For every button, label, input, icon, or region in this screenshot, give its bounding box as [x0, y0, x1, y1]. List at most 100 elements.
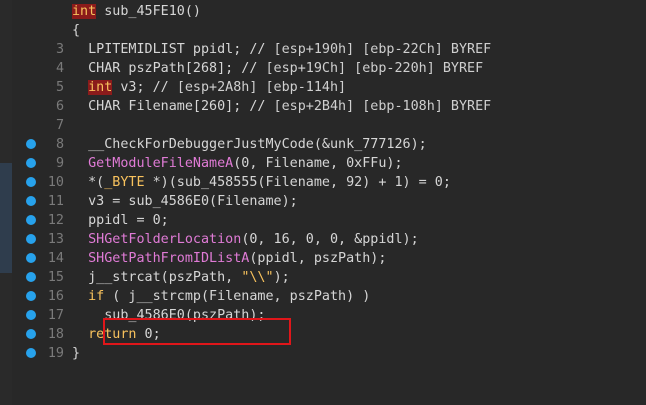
code-token: ( j__strcmp(Filename, pszPath) ) — [104, 289, 371, 304]
code-token: [esp+2A8h] [ebp-114h] — [176, 80, 347, 95]
code-text: LPITEMIDLIST ppidl; // [esp+190h] [ebp-2… — [72, 40, 491, 59]
line-number: 7 — [55, 118, 64, 133]
breakpoint-dot-icon[interactable] — [26, 196, 36, 206]
line-number: 13 — [47, 232, 64, 247]
breakpoint-dot-icon[interactable] — [26, 177, 36, 187]
code-text: int sub_45FE10() — [72, 2, 201, 21]
code-text: { — [72, 21, 80, 40]
code-token: j__strcat(pszPath, — [72, 270, 242, 285]
code-text: ppidl = 0; — [72, 211, 169, 230]
code-token: if — [88, 289, 105, 304]
breakpoint-dot-icon[interactable] — [26, 329, 36, 339]
line-number: 19 — [47, 346, 64, 361]
code-token: LPITEMIDLIST ppidl; // — [72, 42, 274, 57]
code-line[interactable]: 5 int v3; // [esp+2A8h] [ebp-114h] — [0, 78, 646, 97]
code-text: CHAR pszPath[268]; // [esp+19Ch] [ebp-22… — [72, 59, 483, 78]
code-token: sub_45FE10() — [96, 4, 201, 19]
breakpoint-dot-icon[interactable] — [26, 348, 36, 358]
code-token: { — [72, 23, 81, 38]
line-number: 18 — [47, 327, 64, 342]
code-line[interactable]: 16 if ( j__strcmp(Filename, pszPath) ) — [0, 287, 646, 306]
line-number: 10 — [47, 175, 64, 190]
code-line[interactable]: 12 ppidl = 0; — [0, 211, 646, 230]
code-line[interactable]: 11 v3 = sub_4586E0(Filename); — [0, 192, 646, 211]
code-token: SHGetFolderLocation — [88, 232, 242, 247]
line-number: 5 — [55, 80, 64, 95]
code-token: GetModuleFileNameA — [88, 156, 234, 171]
code-line[interactable]: 18 return 0; — [0, 325, 646, 344]
code-token: "\\" — [241, 270, 274, 285]
breakpoint-dot-icon[interactable] — [26, 310, 36, 320]
code-text: GetModuleFileNameA(0, Filename, 0xFFu); — [72, 154, 403, 173]
code-token: SHGetPathFromIDListA — [88, 251, 250, 266]
code-token: ppidl = 0; — [72, 213, 169, 228]
code-token: CHAR pszPath[268]; // — [72, 61, 266, 76]
code-line[interactable]: 6 CHAR Filename[260]; // [esp+2B4h] [ebp… — [0, 97, 646, 116]
code-line[interactable]: 13 SHGetFolderLocation(0, 16, 0, 0, &ppi… — [0, 230, 646, 249]
code-token: _BYTE — [104, 175, 145, 190]
code-text: CHAR Filename[260]; // [esp+2B4h] [ebp-1… — [72, 97, 491, 116]
code-text: if ( j__strcmp(Filename, pszPath) ) — [72, 287, 370, 306]
breakpoint-dot-icon[interactable] — [26, 158, 36, 168]
breakpoint-dot-icon[interactable] — [26, 253, 36, 263]
code-token: (ppidl, pszPath); — [249, 251, 387, 266]
code-token: __CheckForDebuggerJustMyCode(&unk_777126… — [72, 137, 427, 152]
code-token: [esp+19Ch] [ebp-220h] BYREF — [265, 61, 484, 76]
code-text: *(_BYTE *)(sub_458555(Filename, 92) + 1)… — [72, 173, 451, 192]
code-line[interactable]: 17 sub_4586E0(pszPath); — [0, 306, 646, 325]
breakpoint-dot-icon[interactable] — [26, 272, 36, 282]
code-line[interactable]: { — [0, 21, 646, 40]
code-line[interactable]: 15 j__strcat(pszPath, "\\"); — [0, 268, 646, 287]
line-number: 9 — [55, 156, 64, 171]
code-text: SHGetPathFromIDListA(ppidl, pszPath); — [72, 249, 386, 268]
pseudocode-view[interactable]: int sub_45FE10() {3 LPITEMIDLIST ppidl; /… — [0, 0, 646, 405]
code-token: (0, Filename, 0xFFu); — [233, 156, 403, 171]
highlight-box — [103, 318, 291, 345]
code-token: v3 = sub_4586E0(Filename); — [72, 194, 298, 209]
line-number: 8 — [55, 137, 64, 152]
code-token: [esp+190h] [ebp-22Ch] BYREF — [273, 42, 492, 57]
code-line[interactable]: int sub_45FE10() — [0, 2, 646, 21]
code-line[interactable]: 4 CHAR pszPath[268]; // [esp+19Ch] [ebp-… — [0, 59, 646, 78]
code-token: [esp+2B4h] [ebp-108h] BYREF — [273, 99, 492, 114]
line-number: 6 — [55, 99, 64, 114]
code-line[interactable]: 9 GetModuleFileNameA(0, Filename, 0xFFu)… — [0, 154, 646, 173]
code-token: int — [72, 4, 97, 19]
line-number: 11 — [47, 194, 64, 209]
breakpoint-dot-icon[interactable] — [26, 291, 36, 301]
breakpoint-dot-icon[interactable] — [26, 234, 36, 244]
line-number: 14 — [47, 251, 64, 266]
breakpoint-dot-icon[interactable] — [26, 215, 36, 225]
code-line[interactable]: 3 LPITEMIDLIST ppidl; // [esp+190h] [ebp… — [0, 40, 646, 59]
code-line[interactable]: 14 SHGetPathFromIDListA(ppidl, pszPath); — [0, 249, 646, 268]
code-text: j__strcat(pszPath, "\\"); — [72, 268, 290, 287]
code-line[interactable]: 19} — [0, 344, 646, 363]
code-token: (0, 16, 0, 0, &ppidl); — [241, 232, 419, 247]
code-line[interactable]: 10 *(_BYTE *)(sub_458555(Filename, 92) +… — [0, 173, 646, 192]
code-text: v3 = sub_4586E0(Filename); — [72, 192, 298, 211]
line-number: 16 — [47, 289, 64, 304]
code-token: *( — [72, 175, 105, 190]
code-text: SHGetFolderLocation(0, 16, 0, 0, &ppidl)… — [72, 230, 419, 249]
code-text: __CheckForDebuggerJustMyCode(&unk_777126… — [72, 135, 427, 154]
code-token: } — [72, 346, 81, 361]
code-token: v3; // — [112, 80, 177, 95]
code-line[interactable]: 8 __CheckForDebuggerJustMyCode(&unk_7771… — [0, 135, 646, 154]
code-line[interactable]: 7 — [0, 116, 646, 135]
code-token: *)(sub_458555(Filename, 92) + 1) = 0; — [144, 175, 451, 190]
breakpoint-dot-icon[interactable] — [26, 139, 36, 149]
code-text: } — [72, 344, 80, 363]
code-token: ); — [273, 270, 290, 285]
code-text: int v3; // [esp+2A8h] [ebp-114h] — [72, 78, 346, 97]
code-token: int — [88, 80, 113, 95]
code-token: CHAR Filename[260]; // — [72, 99, 274, 114]
line-number: 3 — [55, 42, 64, 57]
line-number: 15 — [47, 270, 64, 285]
line-number: 12 — [47, 213, 64, 228]
